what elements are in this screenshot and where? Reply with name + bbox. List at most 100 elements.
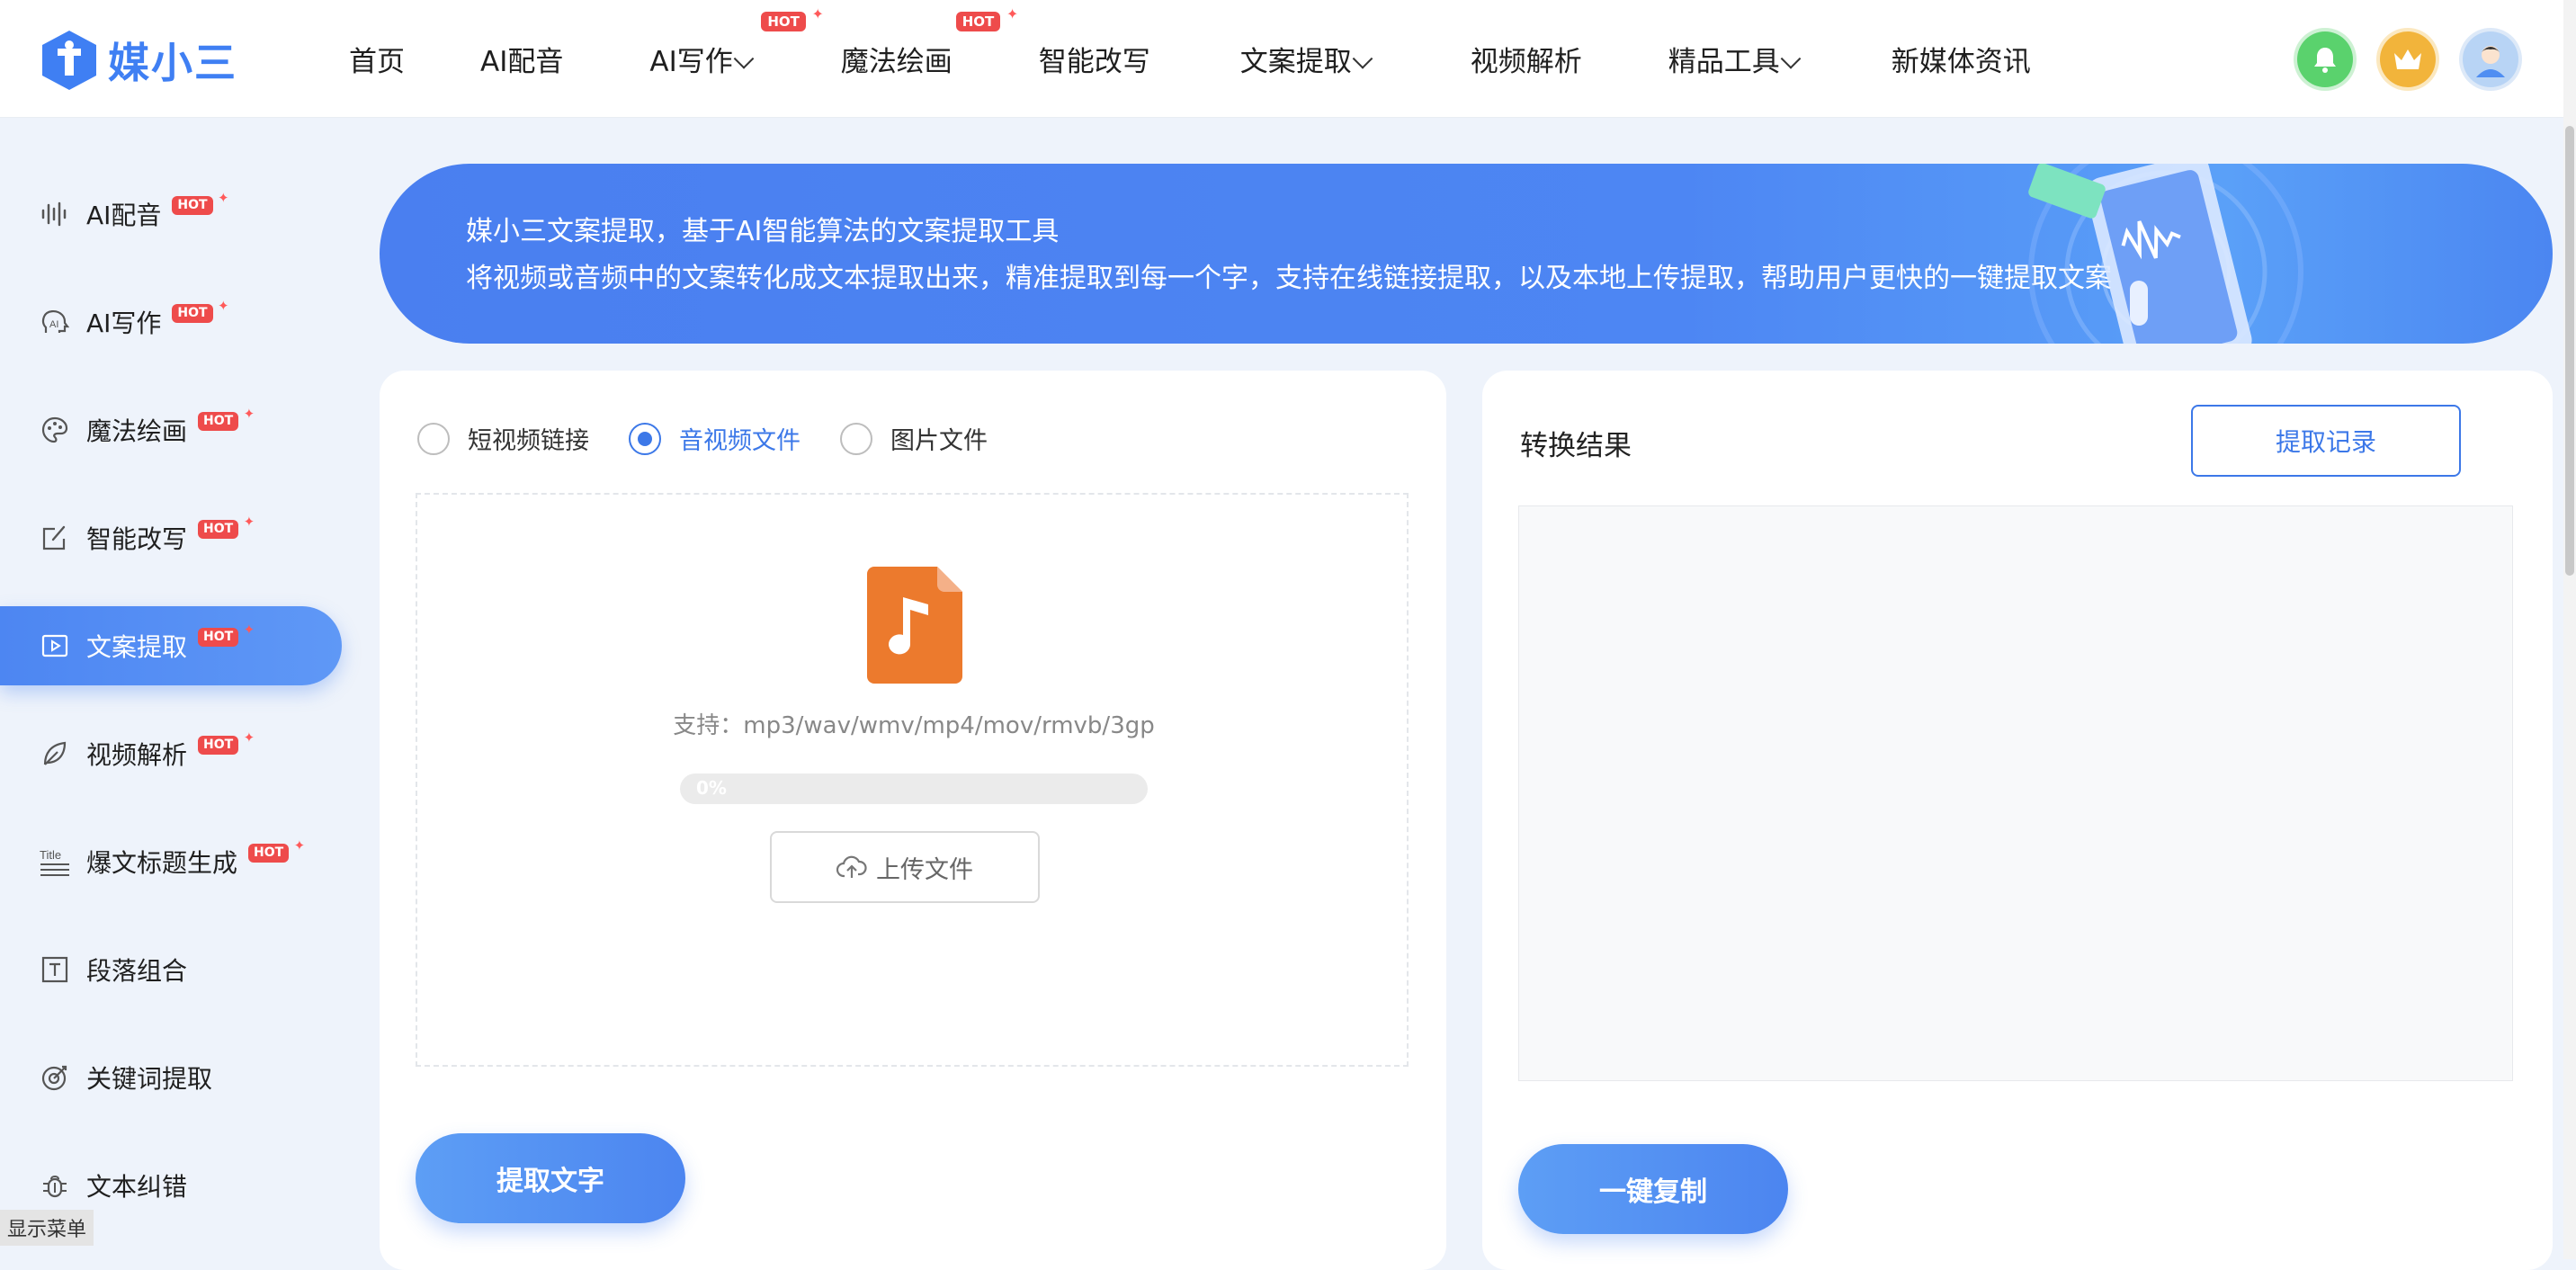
svg-text:Title: Title <box>40 848 61 862</box>
bell-icon[interactable] <box>2297 31 2353 87</box>
hot-badge: HOT <box>248 838 305 863</box>
nav-smart-rewrite[interactable]: 智能改写 <box>1039 39 1150 79</box>
edit-icon <box>40 523 70 553</box>
nav-label: 魔法绘画 <box>840 45 953 78</box>
copy-all-button[interactable]: 一键复制 <box>1518 1144 1788 1234</box>
nav-label: 视频解析 <box>1470 45 1582 78</box>
nav-premium-tools[interactable]: 精品工具 <box>1668 39 1802 79</box>
banner-title: 媒小三文案提取，基于AI智能算法的文案提取工具 <box>466 216 1060 247</box>
show-menu-toggle[interactable]: 显示菜单 <box>0 1210 94 1246</box>
upload-file-button[interactable]: 上传文件 <box>770 831 1040 903</box>
extract-panel: 短视频链接 音视频文件 图片文件 支持：mp3/wav/wmv/mp4/mov/… <box>380 371 1446 1270</box>
logo-icon <box>42 31 96 90</box>
nav-label: 文案提取 <box>1239 45 1352 78</box>
hot-badge: HOT <box>198 622 255 647</box>
upload-file-label: 上传文件 <box>876 855 973 884</box>
nav-video-parse[interactable]: 视频解析 <box>1471 39 1582 79</box>
sidebar-item-label: AI写作 <box>86 309 162 338</box>
nav-home[interactable]: 首页 <box>349 39 405 79</box>
hot-badge: HOT <box>955 6 1018 31</box>
radio-label: 音视频文件 <box>679 427 801 455</box>
radio-label: 图片文件 <box>890 427 988 455</box>
nav-label: 精品工具 <box>1668 45 1780 78</box>
sidebar-item-label: AI配音 <box>86 201 162 230</box>
radio-circle[interactable] <box>840 422 872 455</box>
title-icon: Title <box>40 846 70 877</box>
radio-circle[interactable] <box>629 422 661 455</box>
sidebar-item-smart-rewrite[interactable]: 智能改写 HOT <box>0 498 342 577</box>
sidebar-item-label: 魔法绘画 <box>86 416 188 446</box>
top-navbar: 媒小三 首页 AI配音 AI写作 HOT 魔法绘画 HOT 智能改写 文案提取 … <box>0 0 2576 118</box>
palette-icon <box>40 415 70 445</box>
avatar-icon[interactable] <box>2463 31 2518 87</box>
chevron-down-icon <box>1780 48 1802 69</box>
phone-illustration-icon <box>2028 164 2303 344</box>
header-actions <box>2297 31 2518 87</box>
upload-progress-bar: 0% <box>680 774 1148 804</box>
progress-label: 0% <box>696 777 727 799</box>
nav-magic-painting[interactable]: 魔法绘画 HOT <box>840 6 1018 79</box>
nav-label: AI写作 <box>649 45 733 78</box>
radio-short-video-link[interactable]: 短视频链接 <box>417 421 589 456</box>
brand-logo[interactable]: 媒小三 <box>40 29 237 92</box>
brand-name: 媒小三 <box>108 39 237 87</box>
hot-badge: HOT <box>761 6 823 31</box>
sidebar-item-label: 文案提取 <box>86 632 188 662</box>
radio-label: 短视频链接 <box>468 427 589 455</box>
music-file-icon <box>867 567 962 684</box>
svg-text:AI: AI <box>49 319 58 330</box>
sidebar-item-title-generator[interactable]: Title 爆文标题生成 HOT <box>0 822 342 901</box>
sidebar-item-label: 智能改写 <box>86 524 188 554</box>
sidebar-item-keyword-extract[interactable]: 关键词提取 <box>0 1038 342 1117</box>
nav-label: AI配音 <box>480 45 564 78</box>
sidebar-item-label: 视频解析 <box>86 740 188 770</box>
supported-formats: 支持：mp3/wav/wmv/mp4/mov/rmvb/3gp <box>673 712 1155 739</box>
chevron-down-icon <box>733 48 755 69</box>
result-panel: 转换结果 提取记录 一键复制 <box>1482 371 2553 1270</box>
result-title: 转换结果 <box>1520 430 1632 462</box>
banner-description: 将视频或音频中的文案转化成文本提取出来，精准提取到每一个字，支持在线链接提取，以… <box>466 263 2112 294</box>
main-nav: 首页 AI配音 AI写作 HOT 魔法绘画 HOT 智能改写 文案提取 视频解析… <box>349 0 2031 117</box>
sidebar: AI配音 HOT AI AI写作 HOT 魔法绘画 HOT 智能改写 HOT 文… <box>0 117 360 1259</box>
page-scrollbar[interactable] <box>2563 0 2576 1259</box>
sidebar-item-magic-painting[interactable]: 魔法绘画 HOT <box>0 390 342 470</box>
sidebar-item-video-parse[interactable]: 视频解析 HOT <box>0 714 342 793</box>
nav-label: 首页 <box>349 45 405 78</box>
cloud-upload-icon <box>836 855 867 878</box>
nav-copy-extract[interactable]: 文案提取 <box>1239 39 1373 79</box>
hot-badge: HOT <box>172 191 229 215</box>
result-text-area[interactable] <box>1518 505 2513 1081</box>
hot-badge: HOT <box>198 514 255 539</box>
radio-circle[interactable] <box>417 422 450 455</box>
sidebar-item-ai-dubbing[interactable]: AI配音 HOT <box>0 174 342 254</box>
sidebar-item-copy-extract[interactable]: 文案提取 HOT <box>0 606 342 685</box>
radio-image-file[interactable]: 图片文件 <box>840 421 988 456</box>
nav-ai-dubbing[interactable]: AI配音 <box>480 39 563 79</box>
sidebar-item-paragraph-combine[interactable]: 段落组合 <box>0 930 342 1009</box>
text-box-icon <box>40 954 70 985</box>
sidebar-item-ai-writing[interactable]: AI AI写作 HOT <box>0 282 342 362</box>
nav-ai-writing[interactable]: AI写作 HOT <box>649 6 823 79</box>
extract-text-button[interactable]: 提取文字 <box>416 1133 685 1223</box>
hot-badge: HOT <box>172 299 229 323</box>
leaf-icon <box>40 738 70 769</box>
nav-label: 智能改写 <box>1038 45 1150 78</box>
sidebar-item-label: 文本纠错 <box>86 1172 188 1202</box>
video-play-icon <box>40 631 70 661</box>
nav-media-news[interactable]: 新媒体资讯 <box>1892 39 2031 79</box>
source-type-radio-group: 短视频链接 音视频文件 图片文件 <box>417 421 1027 456</box>
extract-records-button[interactable]: 提取记录 <box>2191 405 2461 477</box>
bug-icon <box>40 1170 70 1201</box>
crown-icon[interactable] <box>2380 31 2436 87</box>
upload-dropzone[interactable]: 支持：mp3/wav/wmv/mp4/mov/rmvb/3gp 0% 上传文件 <box>416 493 1409 1067</box>
waveform-icon <box>40 199 70 229</box>
sidebar-item-label: 段落组合 <box>86 956 188 986</box>
radio-audio-video-file[interactable]: 音视频文件 <box>629 421 801 456</box>
sidebar-item-label: 爆文标题生成 <box>86 848 238 878</box>
nav-label: 新媒体资讯 <box>1891 45 2031 78</box>
hot-badge: HOT <box>198 407 255 431</box>
hero-banner: 媒小三文案提取，基于AI智能算法的文案提取工具 将视频或音频中的文案转化成文本提… <box>380 164 2553 344</box>
sidebar-item-label: 关键词提取 <box>86 1064 213 1094</box>
scrollbar-thumb[interactable] <box>2565 126 2574 576</box>
ai-head-icon: AI <box>40 307 70 337</box>
